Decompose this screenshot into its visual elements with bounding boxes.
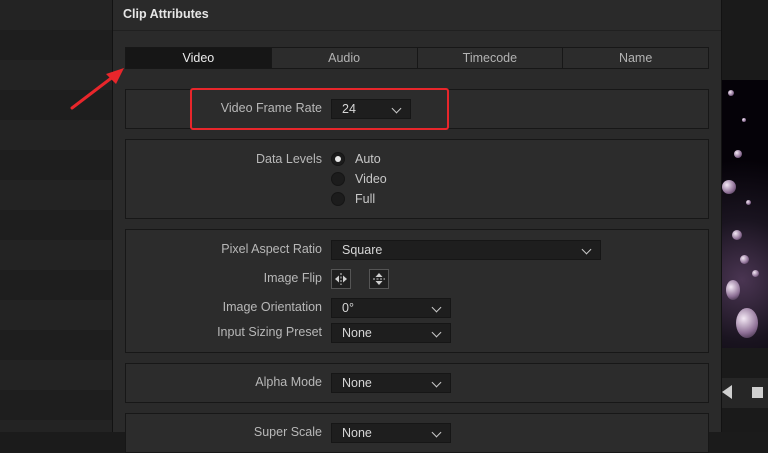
- annotation-arrow-icon: [70, 68, 124, 110]
- flip-vertical-button[interactable]: [369, 269, 389, 289]
- radio-label: Video: [355, 172, 387, 186]
- super-scale-group: Super Scale None: [125, 413, 709, 453]
- input-sizing-preset-label: Input Sizing Preset: [217, 325, 322, 339]
- clip-attributes-dialog: Clip Attributes Video Audio Timecode Nam…: [112, 0, 722, 453]
- viewer-preview: [722, 80, 768, 348]
- pixel-aspect-ratio-dropdown[interactable]: Square: [331, 240, 601, 260]
- radio-label: Full: [355, 192, 376, 206]
- tab-video[interactable]: Video: [126, 48, 272, 68]
- image-flip-label: Image Flip: [263, 271, 322, 285]
- tab-timecode[interactable]: Timecode: [418, 48, 564, 68]
- pixel-aspect-ratio-label: Pixel Aspect Ratio: [221, 242, 322, 256]
- image-orientation-dropdown[interactable]: 0°: [331, 298, 451, 318]
- viewer-transport: [722, 378, 768, 408]
- super-scale-value: None: [342, 426, 372, 440]
- stop-icon[interactable]: [752, 387, 763, 398]
- super-scale-label: Super Scale: [253, 425, 322, 439]
- data-levels-group: Data Levels Auto Video Full: [125, 139, 709, 219]
- play-reverse-icon[interactable]: [722, 385, 732, 399]
- alpha-mode-dropdown[interactable]: None: [331, 373, 451, 393]
- tab-bar: Video Audio Timecode Name: [125, 47, 709, 69]
- chevron-down-icon: [431, 327, 442, 338]
- chevron-down-icon: [431, 427, 442, 438]
- flip-vertical-icon: [373, 273, 385, 285]
- pixel-aspect-ratio-value: Square: [342, 243, 383, 257]
- input-sizing-preset-dropdown[interactable]: None: [331, 323, 451, 343]
- radio-label: Auto: [355, 152, 381, 166]
- tab-audio[interactable]: Audio: [272, 48, 418, 68]
- data-levels-label: Data Levels: [255, 152, 322, 166]
- tab-name[interactable]: Name: [563, 48, 708, 68]
- image-settings-group: Pixel Aspect Ratio Square Image Flip Ima…: [125, 229, 709, 353]
- title-divider: [113, 30, 721, 31]
- radio-button[interactable]: [331, 192, 345, 206]
- highlight-box: [190, 88, 449, 130]
- chevron-down-icon: [431, 377, 442, 388]
- radio-button[interactable]: [331, 172, 345, 186]
- chevron-down-icon: [431, 302, 442, 313]
- super-scale-dropdown[interactable]: None: [331, 423, 451, 443]
- chevron-down-icon: [581, 244, 592, 255]
- radio-button[interactable]: [331, 152, 345, 166]
- alpha-mode-group: Alpha Mode None: [125, 363, 709, 403]
- flip-horizontal-icon: [335, 273, 347, 285]
- alpha-mode-value: None: [342, 376, 372, 390]
- image-orientation-value: 0°: [342, 301, 354, 315]
- alpha-mode-label: Alpha Mode: [255, 375, 322, 389]
- image-orientation-label: Image Orientation: [222, 300, 322, 314]
- dialog-title: Clip Attributes: [123, 7, 209, 21]
- input-sizing-preset-value: None: [342, 326, 372, 340]
- flip-horizontal-button[interactable]: [331, 269, 351, 289]
